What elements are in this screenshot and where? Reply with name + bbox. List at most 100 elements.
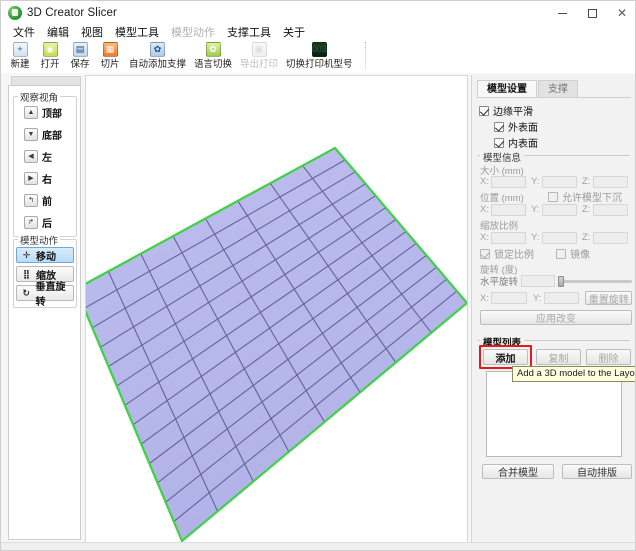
scale-x-input[interactable]: [491, 231, 526, 244]
slider-track: [558, 275, 632, 287]
toolbar-new-label: 新建: [10, 59, 30, 70]
size-y-input[interactable]: [542, 175, 577, 188]
tab-model-settings[interactable]: 模型设置: [477, 80, 537, 97]
action-button-vertical-rotate[interactable]: ↻ 垂直旋转: [16, 282, 74, 308]
scale-row: X: Y: Z:: [480, 231, 632, 244]
delete-model-button[interactable]: 删除: [586, 349, 631, 365]
menu-edit[interactable]: 编辑: [41, 26, 75, 40]
scale-y-input[interactable]: [542, 231, 577, 244]
horizontal-rotate-row: 水平旋转: [480, 274, 632, 288]
vertical-rotate-icon: ↻: [22, 287, 30, 298]
position-label: 位置 (mm): [480, 193, 524, 204]
view-button-bottom-label: 底部: [42, 131, 62, 142]
edge-smooth-checkbox-icon: [479, 105, 489, 116]
model-info-title: 模型信息: [480, 150, 525, 164]
menu-file[interactable]: 文件: [7, 26, 41, 40]
checkbox-mirror[interactable]: 镜像: [556, 246, 590, 261]
slider-thumb[interactable]: [558, 275, 565, 287]
view-button-back[interactable]: ↱ 后: [24, 214, 73, 231]
view-button-front[interactable]: ↰ 前: [24, 192, 73, 209]
view-button-left-label: 左: [42, 153, 52, 164]
toolbar-save-label: 保存: [70, 59, 90, 70]
toolbar-open[interactable]: ◉ 打开: [35, 40, 65, 70]
window-controls: ✕: [547, 1, 635, 25]
tab-support[interactable]: 支撑: [538, 80, 578, 97]
horizontal-rotate-slider[interactable]: [558, 275, 632, 287]
toolbar-language-switch[interactable]: ✿ 语言切换: [190, 40, 236, 70]
new-file-icon: +: [12, 41, 29, 58]
view-button-top-label: 顶部: [42, 109, 62, 120]
position-y-label: Y:: [531, 204, 540, 215]
checkbox-lock-ratio[interactable]: 锁定比例: [480, 246, 534, 261]
toolbar-export-print: ▣ 导出打印: [236, 40, 282, 70]
3d-build-plate-viewport[interactable]: [85, 75, 468, 544]
toolbar-save[interactable]: ▤ 保存: [65, 40, 95, 70]
minimize-button[interactable]: [547, 1, 577, 25]
language-switch-icon: ✿: [205, 41, 222, 58]
scale-y-label: Y:: [531, 232, 540, 243]
toolbar-slice[interactable]: ▦ 切片: [95, 40, 125, 70]
scale-z-input[interactable]: [593, 231, 628, 244]
checkbox-allow-sink[interactable]: 允许模型下沉: [548, 189, 622, 204]
checkbox-edge-smooth[interactable]: 边缘平滑: [479, 103, 533, 118]
view-angle-group-title: 观察视角: [18, 90, 61, 104]
toolbar-printer-model-label: 切换打印机型号: [286, 59, 353, 70]
apply-changes-button[interactable]: 应用改变: [480, 310, 632, 325]
checkbox-inner-surface[interactable]: 内表面: [494, 135, 538, 150]
right-settings-panel: 模型设置 支撑 边缘平滑 外表面 内表面 模型信息 大小 (mm) X: Y: …: [471, 75, 635, 544]
scale-x-label: X:: [480, 232, 489, 243]
size-x-input[interactable]: [491, 175, 526, 188]
position-z-input[interactable]: [593, 203, 628, 216]
inner-surface-checkbox-icon: [494, 137, 504, 148]
maximize-button[interactable]: [577, 1, 607, 25]
add-model-tooltip: Add a 3D model to the Layout: [512, 366, 635, 382]
copy-model-button[interactable]: 复制: [536, 349, 581, 365]
checkbox-inner-surface-label: 内表面: [508, 139, 538, 150]
reset-rotation-button[interactable]: 重置旋转: [585, 291, 633, 306]
mirror-checkbox-icon: [556, 248, 566, 259]
horizontal-rotate-input[interactable]: [521, 275, 556, 287]
position-x-input[interactable]: [491, 203, 526, 216]
rotation-y-input[interactable]: [543, 292, 580, 304]
position-y-input[interactable]: [542, 203, 577, 216]
checkbox-mirror-label: 镜像: [570, 250, 590, 261]
checkbox-lock-ratio-label: 锁定比例: [494, 250, 534, 261]
rotation-x-input[interactable]: [490, 292, 527, 304]
open-folder-icon: ◉: [42, 41, 59, 58]
rotation-x-label: X:: [480, 292, 489, 304]
close-icon: ✕: [616, 6, 628, 20]
left-tool-panel: 观察视角 ▲ 顶部 ▼ 底部 ◀ 左 ▶ 右 ↰ 前 ↱ 后 模型动作 ✛ 移动…: [8, 85, 81, 540]
application-window: 3D Creator Slicer ✕ 文件 编辑 视图 模型工具 模型动作 支…: [0, 0, 636, 551]
lock-ratio-checkbox-icon: [480, 248, 490, 259]
action-button-move[interactable]: ✛ 移动: [16, 247, 74, 263]
rotation-y-label: Y:: [532, 292, 542, 304]
toolbar-auto-support[interactable]: ✿ 自动添加支撑: [125, 40, 190, 70]
model-list-box[interactable]: [486, 371, 622, 457]
toolbar-language-switch-label: 语言切换: [194, 59, 233, 70]
menu-model-tools[interactable]: 模型工具: [109, 26, 165, 40]
checkbox-allow-sink-label: 允许模型下沉: [562, 193, 622, 204]
toolbar-new[interactable]: + 新建: [5, 40, 35, 70]
view-left-icon: ◀: [24, 150, 38, 163]
model-action-group-title: 模型动作: [18, 233, 61, 247]
toolbar-printer-model[interactable]: 003 切换打印机型号: [282, 40, 357, 70]
toolbar-slice-label: 切片: [100, 59, 120, 70]
menu-view[interactable]: 视图: [75, 26, 109, 40]
menu-support-tools[interactable]: 支撑工具: [221, 26, 277, 40]
view-button-left[interactable]: ◀ 左: [24, 148, 73, 165]
position-row: X: Y: Z:: [480, 203, 632, 216]
view-button-top[interactable]: ▲ 顶部: [24, 104, 73, 121]
auto-arrange-button[interactable]: 自动排版: [562, 464, 632, 479]
view-top-icon: ▲: [24, 106, 38, 119]
close-button[interactable]: ✕: [607, 1, 635, 25]
size-z-input[interactable]: [593, 175, 628, 188]
view-button-right[interactable]: ▶ 右: [24, 170, 73, 187]
menu-about[interactable]: 关于: [277, 26, 311, 40]
view-button-bottom[interactable]: ▼ 底部: [24, 126, 73, 143]
action-button-move-label: 移动: [36, 251, 56, 263]
action-button-vertical-rotate-label: 垂直旋转: [35, 282, 66, 308]
checkbox-edge-smooth-label: 边缘平滑: [493, 107, 533, 118]
checkbox-outer-surface[interactable]: 外表面: [494, 119, 538, 134]
merge-model-button[interactable]: 合并模型: [482, 464, 554, 479]
view-bottom-icon: ▼: [24, 128, 38, 141]
